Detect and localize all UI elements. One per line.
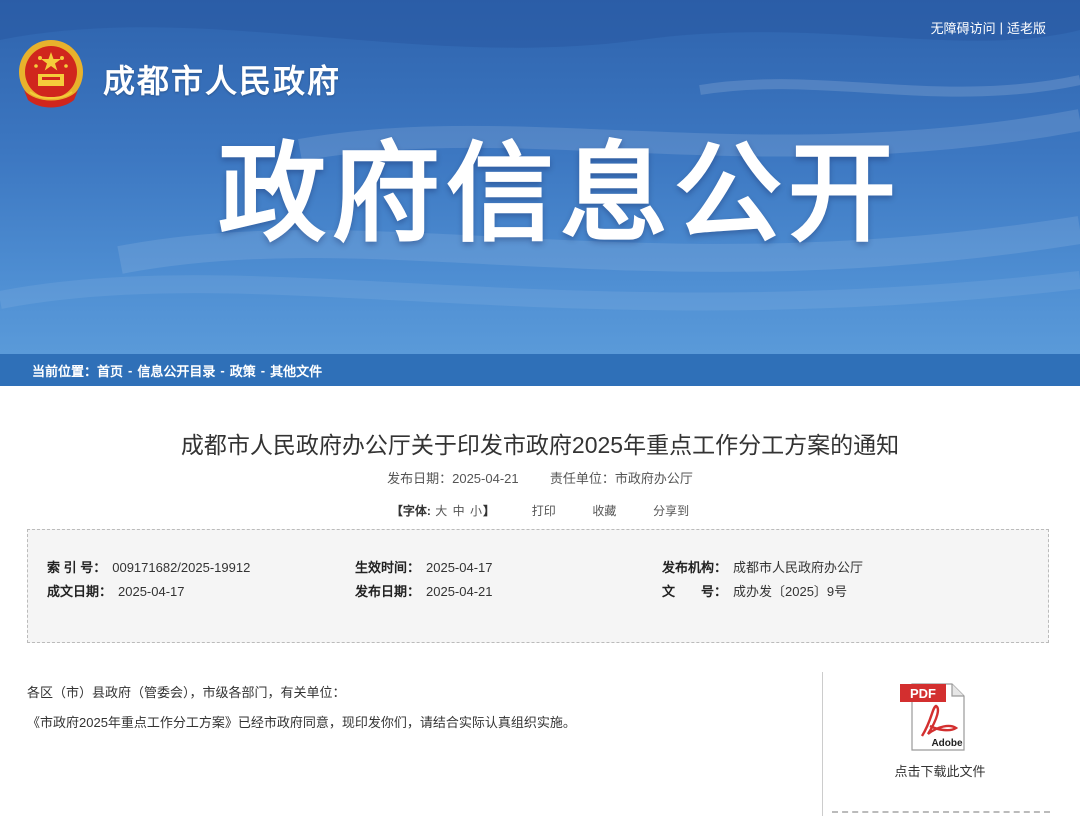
breadcrumb-separator: - [128, 362, 133, 378]
article-meta: 发布日期：2025-04-21 责任单位：市政府办公厅 [0, 468, 1080, 487]
accessibility-link[interactable]: 无障碍访问 [931, 18, 996, 37]
font-size-small-button[interactable]: 小 [470, 504, 482, 518]
national-emblem-icon [19, 40, 83, 108]
responsible-dept-value: 市政府办公厅 [614, 471, 693, 486]
pdf-label-text: PDF [910, 686, 936, 701]
document-info-box: 索 引 号： 009171682/2025-19912 生效时间： 2025-04-… [27, 529, 1049, 643]
font-size-close-bracket: 】 [482, 504, 495, 518]
article-tools: 【字体: 大 中 小】 打印 收藏 分享到 [0, 502, 1080, 519]
elderly-mode-link[interactable]: 适老版 [1007, 18, 1046, 37]
top-links: 无障碍访问 | 适老版 [931, 18, 1046, 37]
top-links-separator: | [999, 20, 1003, 35]
written-date-label: 成文日期： [47, 584, 113, 599]
written-date: 成文日期： 2025-04-17 [47, 581, 185, 600]
breadcrumb-separator: - [260, 362, 266, 378]
written-date-value: 2025-04-17 [118, 584, 185, 599]
document-number-label: 文 号： [662, 584, 728, 599]
share-button[interactable]: 分享到 [653, 504, 689, 518]
sidebar-divider [822, 672, 823, 816]
effective-time: 生效时间： 2025-04-17 [355, 557, 493, 576]
favorite-button[interactable]: 收藏 [592, 504, 616, 518]
breadcrumb-home[interactable]: 首页 [97, 361, 123, 380]
effective-time-value: 2025-04-17 [426, 560, 493, 575]
index-number: 索 引 号： 009171682/2025-19912 [47, 557, 250, 576]
breadcrumb: 当前位置： 首页 - 信息公开目录 - 政策 - 其他文件 [0, 354, 1080, 386]
pdf-icon[interactable]: PDF Adobe [898, 680, 970, 752]
body-paragraph: 各区（市）县政府（管委会），市级各部门，有关单位： [27, 685, 346, 700]
header-banner: 无障碍访问 | 适老版 成都市人民政府 政府信息公开 [0, 0, 1080, 354]
effective-time-label: 生效时间： [355, 560, 421, 575]
index-number-label: 索 引 号： [47, 560, 107, 575]
breadcrumb-info-catalog[interactable]: 信息公开目录 [137, 361, 215, 380]
body-paragraph: 《市政府2025年重点工作分工方案》已经市政府同意，现印发你们，请结合实际认真组… [27, 715, 576, 730]
breadcrumb-prefix: 当前位置： [32, 363, 98, 379]
publish-date-label: 发布日期： [387, 471, 453, 486]
article-title: 成都市人民政府办公厅关于印发市政府2025年重点工作分工方案的通知 [180, 432, 900, 458]
site-name: 成都市人民政府 [103, 63, 342, 99]
release-date-value: 2025-04-21 [426, 584, 493, 599]
font-size-medium-button[interactable]: 中 [453, 504, 465, 518]
adobe-label-text: Adobe [931, 738, 963, 749]
release-date: 发布日期： 2025-04-21 [355, 581, 493, 600]
index-number-value: 009171682/2025-19912 [112, 560, 251, 575]
issuing-agency: 发布机构： 成都市人民政府办公厅 [662, 557, 863, 576]
release-date-label: 发布日期： [355, 584, 421, 599]
font-size-open-bracket: 【 [390, 504, 403, 518]
breadcrumb-policy[interactable]: 政策 [230, 361, 256, 380]
download-file-link[interactable]: 点击下载此文件 [830, 761, 1050, 780]
font-size-large-button[interactable]: 大 [435, 504, 447, 518]
font-size-label: 字体: [402, 504, 431, 518]
document-number-value: 成办发〔2025〕9号 [733, 584, 848, 599]
document-number: 文 号： 成办发〔2025〕9号 [662, 581, 847, 600]
publish-date-value: 2025-04-21 [452, 471, 519, 486]
banner-title: 政府信息公开 [218, 133, 903, 254]
issuing-agency-value: 成都市人民政府办公厅 [733, 560, 864, 575]
article-body: 各区（市）县政府（管委会），市级各部门，有关单位： 《市政府2025年重点工作分… [27, 678, 807, 738]
breadcrumb-other-docs[interactable]: 其他文件 [270, 361, 322, 380]
breadcrumb-separator: - [220, 362, 225, 378]
responsible-dept-label: 责任单位： [549, 471, 615, 486]
sidebar-dashed-divider [832, 811, 1050, 813]
print-button[interactable]: 打印 [532, 504, 556, 518]
issuing-agency-label: 发布机构： [662, 560, 728, 575]
